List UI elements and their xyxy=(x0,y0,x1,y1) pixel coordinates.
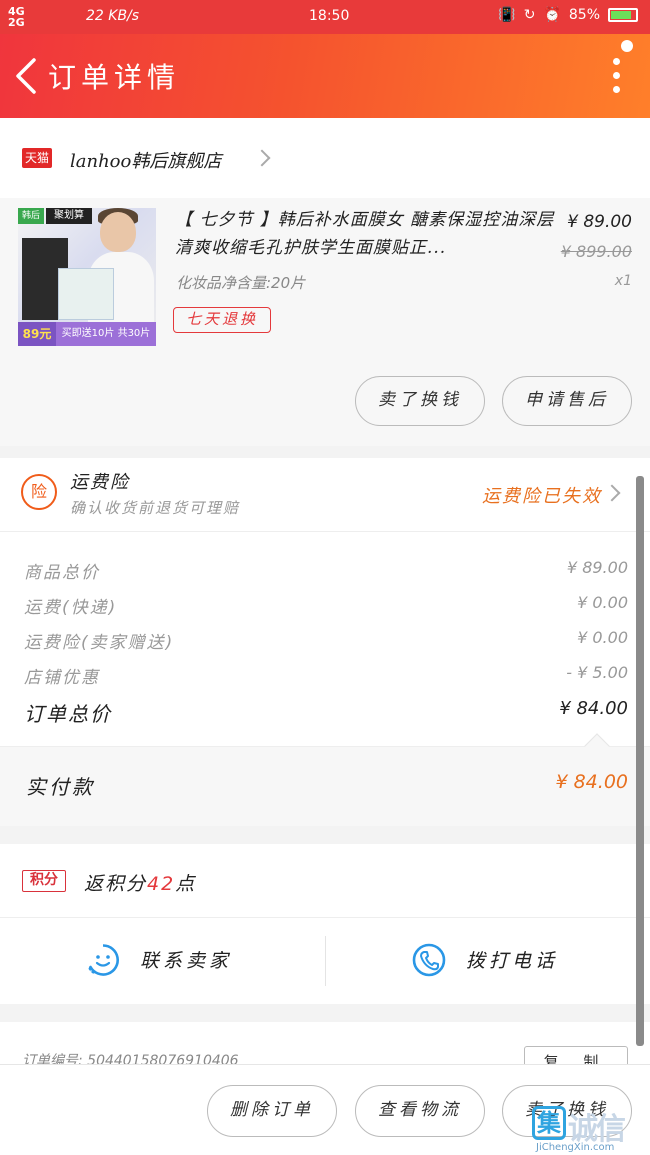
watermark-url: JiChengXin.com xyxy=(536,1142,615,1153)
call-phone-label: 拨打电话 xyxy=(466,950,559,972)
more-menu-icon[interactable] xyxy=(612,58,622,98)
points-text: 返积分42点 xyxy=(84,873,197,895)
chat-smile-icon xyxy=(86,944,119,976)
shipping-insurance-row[interactable]: 险 运费险 确认收货前退货可理赔 运费险已失效 xyxy=(0,458,650,532)
subtotal-label: 商品总价 xyxy=(24,563,100,583)
status-icons: 📳 ↻ ⏰ 85% xyxy=(498,7,638,23)
shipping-value: ¥ 0.00 xyxy=(577,593,628,612)
contact-seller-label: 联系卖家 xyxy=(140,950,233,972)
insurance-status: 运费险已失效 xyxy=(482,486,602,507)
product-title[interactable]: 【 七夕节 】韩后补水面膜女 醣素保湿控油深层清爽收缩毛孔护肤学生面膜贴正... xyxy=(175,206,560,262)
product-card: 韩后 聚划算 89元 买即送10片 共30片 【 七夕节 】韩后补水面膜女 醣素… xyxy=(0,198,650,446)
thumb-promo: 买即送10片 共30片 xyxy=(56,322,156,346)
copy-button[interactable]: 复 制 xyxy=(524,1046,628,1066)
original-price: ¥ 899.00 xyxy=(560,242,632,261)
phone-icon xyxy=(412,943,446,977)
alarm-icon: ⏰ xyxy=(543,7,561,23)
shop-row[interactable]: 天猫 lanhoo韩后旗舰店 xyxy=(0,118,650,198)
brand-tag: 韩后 xyxy=(18,208,44,224)
app-header: 订单详情 xyxy=(0,34,650,118)
paid-label: 实付款 xyxy=(26,775,95,799)
resell-button[interactable]: 卖了换钱 xyxy=(355,376,485,426)
chevron-right-icon xyxy=(603,484,621,502)
notification-dot xyxy=(621,40,633,52)
contact-seller-button[interactable]: 联系卖家 xyxy=(0,918,325,1004)
order-total-label: 订单总价 xyxy=(24,702,112,726)
watermark-logo: 集 xyxy=(532,1106,566,1140)
thumb-price: 89元 xyxy=(18,322,56,346)
price-breakdown: 商品总价 ¥ 89.00 运费(快递) ¥ 0.00 运费险(卖家赠送) ¥ 0… xyxy=(0,532,650,746)
scrollbar[interactable] xyxy=(636,476,644,1046)
shop-discount-label: 店铺优惠 xyxy=(24,668,100,688)
return-policy-badge: 七天退换 xyxy=(173,307,271,333)
subtotal-value: ¥ 89.00 xyxy=(566,558,628,577)
insurance-fee-value: ¥ 0.00 xyxy=(577,628,628,647)
product-thumbnail[interactable]: 韩后 聚划算 89元 买即送10片 共30片 xyxy=(18,208,156,346)
points-badge: 积分 xyxy=(22,870,66,892)
points-count: 42 xyxy=(147,873,176,895)
shop-name[interactable]: lanhoo韩后旗舰店 xyxy=(70,147,221,173)
net-speed: 22 KB/s xyxy=(86,8,140,24)
shipping-label: 运费(快递) xyxy=(24,598,118,618)
clock: 18:50 xyxy=(309,8,350,24)
product-quantity: x1 xyxy=(614,273,632,289)
page-title: 订单详情 xyxy=(48,61,181,94)
insurance-subtitle: 确认收货前退货可理赔 xyxy=(70,499,241,517)
tmall-badge: 天猫 xyxy=(22,148,52,168)
shop-discount-value: - ¥ 5.00 xyxy=(566,663,628,682)
juhuasuan-tag: 聚划算 xyxy=(46,208,92,224)
delete-order-button[interactable]: 删除订单 xyxy=(207,1085,337,1137)
product-price: ¥ 89.00 xyxy=(567,212,632,232)
order-number-row: 订单编号: 50440158076910406 复 制 xyxy=(0,1022,650,1066)
chevron-right-icon xyxy=(253,149,271,167)
product-spec: 化妆品净含量:20片 xyxy=(176,274,306,292)
lock-rotation-icon: ↻ xyxy=(523,7,536,23)
order-total-value: ¥ 84.00 xyxy=(559,698,628,719)
call-phone-button[interactable]: 拨打电话 xyxy=(326,918,650,1004)
insurance-fee-label: 运费险(卖家赠送) xyxy=(24,633,175,653)
contact-row: 联系卖家 拨打电话 xyxy=(0,918,650,1004)
back-arrow-icon[interactable] xyxy=(12,56,42,96)
after-sale-button[interactable]: 申请售后 xyxy=(502,376,632,426)
battery-percent: 85% xyxy=(568,7,600,23)
paid-value: ¥ 84.00 xyxy=(555,771,628,793)
insurance-icon: 险 xyxy=(21,474,57,510)
status-bar: 4G 2G 22 KB/s 18:50 📳 ↻ ⏰ 85% xyxy=(0,0,650,34)
insurance-title: 运费险 xyxy=(70,472,130,493)
signal-indicator: 4G 2G xyxy=(8,5,25,29)
vibrate-icon: 📳 xyxy=(498,7,516,23)
points-row: 积分 返积分42点 xyxy=(0,844,650,918)
view-logistics-button[interactable]: 查看物流 xyxy=(355,1085,485,1137)
paid-amount-row: 实付款 ¥ 84.00 xyxy=(0,733,650,826)
battery-icon xyxy=(608,8,638,22)
watermark: 集 诚信 JiChengXin.com xyxy=(532,1104,648,1155)
